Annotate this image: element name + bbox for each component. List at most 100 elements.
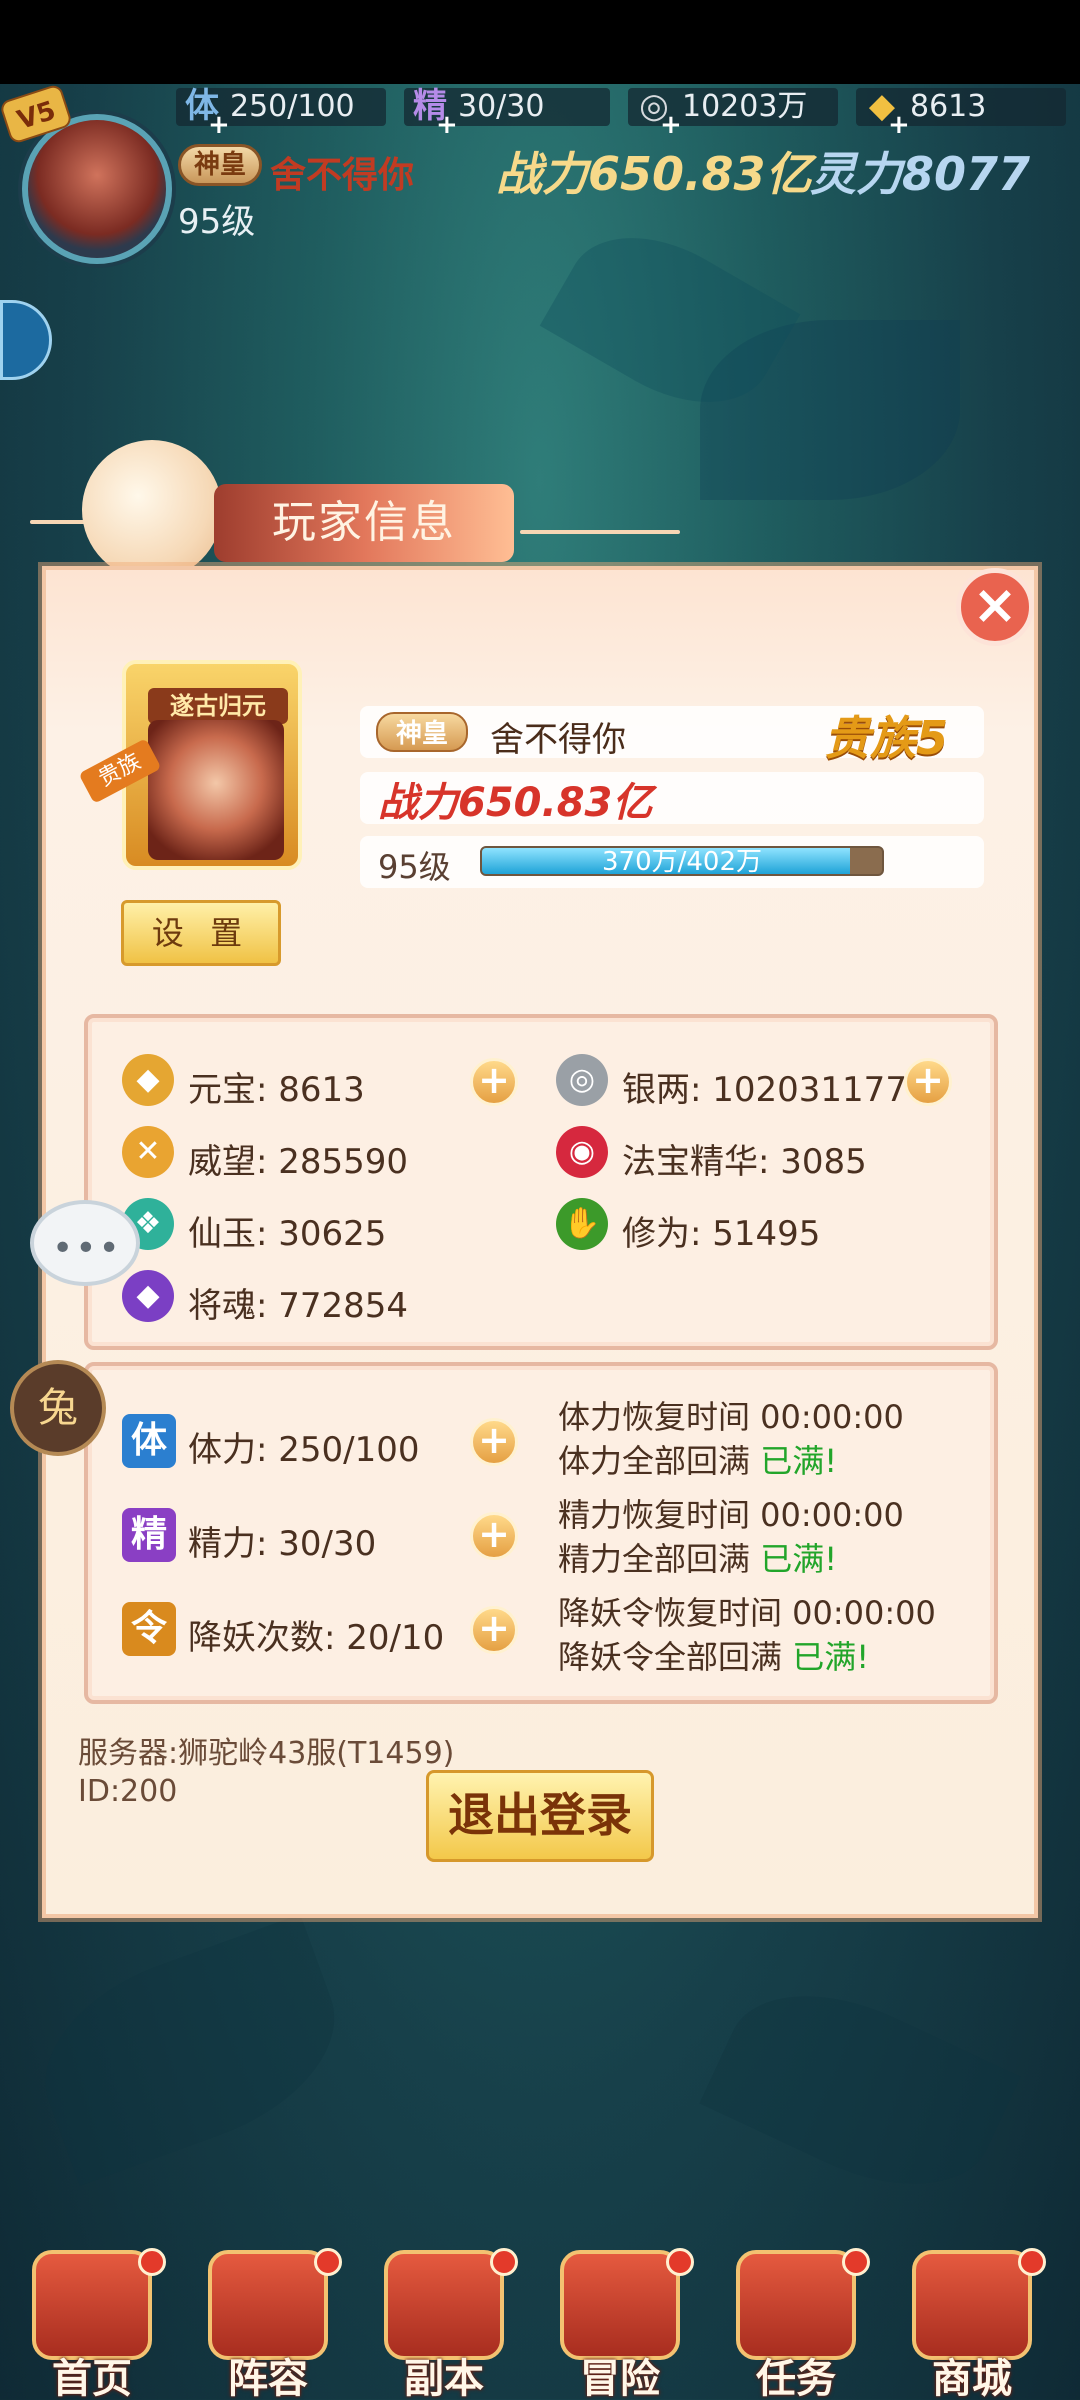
prestige-icon: ✕ <box>122 1126 174 1178</box>
demon-recovery-time: 降妖令恢复时间 00:00:00 <box>558 1594 936 1632</box>
logout-button[interactable]: 退出登录 <box>426 1770 654 1862</box>
nav-shop-label: 商城 <box>932 2356 1012 2400</box>
add-silver-button[interactable]: + <box>904 1058 952 1106</box>
energy-full-row: 精力全部回满 已满! <box>558 1534 837 1580</box>
nav-adventure-label: 冒险 <box>580 2356 660 2400</box>
decorative-cloud-line <box>520 530 680 534</box>
nav-adventure[interactable]: 冒险 <box>536 2248 704 2400</box>
quest-icon <box>736 2250 856 2360</box>
nav-home-label: 首页 <box>52 2356 132 2400</box>
resource-jade: ❖ 仙玉: 30625 <box>122 1198 522 1254</box>
add-ingot-button[interactable]: + <box>470 1058 518 1106</box>
hud-ingot-value: 8613 <box>910 89 987 124</box>
resource-prestige-text: 威望: 285590 <box>188 1142 409 1182</box>
player-level: 95级 <box>378 848 451 886</box>
demon-token-icon: 令 <box>122 1602 176 1656</box>
resource-silver-text: 银两: 102031177 <box>622 1070 907 1110</box>
nav-quest[interactable]: 任务 <box>712 2248 880 2400</box>
server-info: 服务器:狮驼岭43服(T1459) <box>78 1736 455 1771</box>
nav-dungeon-label: 副本 <box>404 2356 484 2400</box>
player-id: ID:200 <box>78 1774 178 1809</box>
hud-player-name: 舍不得你 <box>270 155 415 196</box>
recovery-box: 体 体力: 250/100 + 体力恢复时间 00:00:00 体力全部回满 已… <box>84 1362 998 1704</box>
adventure-icon <box>560 2250 680 2360</box>
notification-dot <box>666 2248 694 2276</box>
resource-ingot: ◆ 元宝: 8613 <box>122 1054 522 1110</box>
stamina-icon: 体 <box>122 1414 176 1468</box>
nav-lineup-label: 阵容 <box>228 2356 308 2400</box>
notification-dot <box>138 2248 166 2276</box>
nav-lineup[interactable]: 阵容 <box>184 2248 352 2400</box>
shop-icon <box>912 2250 1032 2360</box>
xp-progress-bar: 370万/402万 <box>480 846 884 876</box>
nav-quest-label: 任务 <box>756 2356 836 2400</box>
settings-button[interactable]: 设 置 <box>121 900 281 966</box>
resource-general-soul: ◆ 将魂: 772854 <box>122 1270 522 1326</box>
plus-icon: + <box>436 110 458 140</box>
resource-prestige: ✕ 威望: 285590 <box>122 1126 522 1182</box>
energy-recovery-time: 精力恢复时间 00:00:00 <box>558 1496 904 1534</box>
close-button[interactable]: × <box>956 568 1034 646</box>
chat-bubble-icon[interactable]: ••• <box>30 1200 140 1286</box>
add-demon-count-button[interactable]: + <box>470 1606 518 1654</box>
panel-title: 玩家信息 <box>214 484 514 562</box>
avatar[interactable] <box>22 114 172 264</box>
hud-energy[interactable]: 精 + 30/30 <box>404 86 610 140</box>
demon-full-status: 已满! <box>792 1638 870 1676</box>
plus-icon: + <box>208 110 230 140</box>
combat-power: 战力650.83亿 <box>378 780 653 826</box>
ingot-icon: ◆ <box>122 1054 174 1106</box>
hud-ingot[interactable]: ◆ + 8613 <box>856 86 1066 140</box>
lineup-icon <box>208 2250 328 2360</box>
top-hud: V5 体 + 250/100 精 + 30/30 ◎ + 10203万 ◆ + … <box>0 83 1080 270</box>
silver-coin-icon: ◎ <box>556 1054 608 1106</box>
add-stamina-button[interactable]: + <box>470 1418 518 1466</box>
stamina-text: 体力: 250/100 <box>188 1430 420 1470</box>
resource-jade-text: 仙玉: 30625 <box>188 1214 387 1254</box>
stamina-recovery-time: 体力恢复时间 00:00:00 <box>558 1398 904 1436</box>
hud-silver[interactable]: ◎ + 10203万 <box>628 86 838 140</box>
resource-cultivation: ✋ 修为: 51495 <box>556 1198 976 1254</box>
bottom-nav: 首页 阵容 副本 冒险 任务 商城 <box>0 2240 1080 2400</box>
title-badge: 神皇 <box>376 712 468 752</box>
resource-magic-essence-text: 法宝精华: 3085 <box>622 1142 867 1182</box>
notification-dot <box>1018 2248 1046 2276</box>
stamina-full-status: 已满! <box>760 1442 838 1480</box>
demon-count-text: 降妖次数: 20/10 <box>188 1618 445 1658</box>
nav-home[interactable]: 首页 <box>8 2248 176 2400</box>
status-bar-area <box>0 0 1080 84</box>
level-row: 95级 370万/402万 <box>360 836 984 888</box>
energy-text: 精力: 30/30 <box>188 1524 377 1564</box>
demon-full-row: 降妖令全部回满 已满! <box>558 1632 869 1678</box>
rabbit-icon[interactable]: 兔 <box>10 1360 106 1456</box>
hud-energy-value: 30/30 <box>458 89 545 124</box>
nav-dungeon[interactable]: 副本 <box>360 2248 528 2400</box>
resource-box: ◆ 元宝: 8613 + ◎ 银两: 102031177 + ✕ 威望: 285… <box>84 1014 998 1350</box>
background-leaf <box>699 1958 1021 2222</box>
hud-combat-power: 战力650.83亿 <box>496 147 812 201</box>
name-row: 神皇 舍不得你 贵族5 <box>360 706 984 765</box>
notification-dot <box>314 2248 342 2276</box>
nav-shop[interactable]: 商城 <box>888 2248 1056 2400</box>
noble-level: 贵族5 <box>823 711 948 765</box>
hud-stamina[interactable]: 体 + 250/100 <box>176 86 386 140</box>
player-portrait[interactable]: 遂古归元 贵族 <box>78 660 302 870</box>
ellipsis-icon: ••• <box>52 1228 122 1269</box>
notification-dot <box>842 2248 870 2276</box>
resource-cultivation-text: 修为: 51495 <box>622 1214 821 1254</box>
resource-magic-essence: ◉ 法宝精华: 3085 <box>556 1126 976 1182</box>
add-energy-button[interactable]: + <box>470 1512 518 1560</box>
resource-general-soul-text: 将魂: 772854 <box>188 1286 409 1326</box>
background-leaf <box>18 1914 362 2186</box>
general-soul-icon: ◆ <box>122 1270 174 1322</box>
energy-icon: 精 <box>122 1508 176 1562</box>
energy-full-label: 精力全部回满 <box>558 1540 751 1578</box>
stamina-full-label: 体力全部回满 <box>558 1442 751 1480</box>
demon-full-label: 降妖令全部回满 <box>558 1638 783 1676</box>
side-menu-icon[interactable] <box>0 300 52 380</box>
hud-spirit-power: 灵力8077 <box>810 147 1031 201</box>
home-icon <box>32 2250 152 2360</box>
resource-ingot-text: 元宝: 8613 <box>188 1070 365 1110</box>
magic-essence-icon: ◉ <box>556 1126 608 1178</box>
hud-silver-value: 10203万 <box>682 89 808 124</box>
